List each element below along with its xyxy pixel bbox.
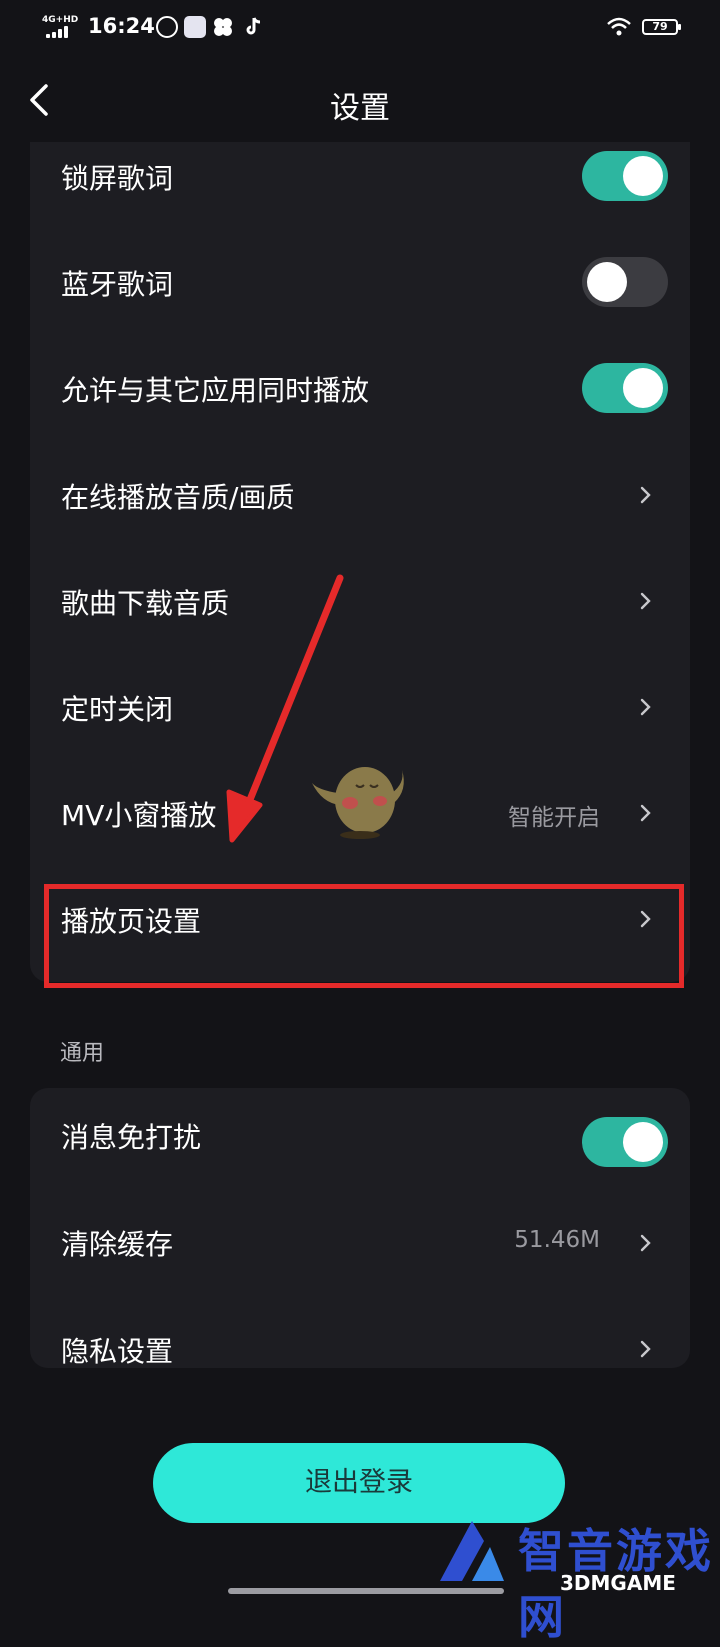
mascot-sticker-icon — [312, 767, 404, 839]
settings-row-sleep-timer[interactable]: 定时关闭 — [30, 654, 690, 762]
section-header-general: 通用 — [60, 1041, 105, 1066]
settings-row-mix-playback[interactable]: 允许与其它应用同时播放 — [30, 336, 690, 444]
wifi-icon — [606, 16, 632, 38]
settings-row-label: 允许与其它应用同时播放 — [61, 374, 370, 407]
bluetooth-lyrics-toggle[interactable] — [582, 257, 668, 307]
status-bar: 4G+HD 16:24 79 — [0, 0, 720, 56]
settings-row-value: 智能开启 — [508, 805, 600, 831]
settings-row-label: 在线播放音质/画质 — [61, 481, 295, 514]
toggle-knob — [587, 262, 627, 302]
toggle-knob — [623, 1122, 663, 1162]
settings-row-lockscreen-lyrics[interactable]: 锁屏歌词 — [30, 142, 690, 232]
chevron-right-icon — [640, 1340, 651, 1358]
cache-size-value: 51.46M — [514, 1227, 600, 1253]
settings-row-privacy[interactable]: 隐私设置 — [30, 1300, 690, 1368]
settings-row-label: 蓝牙歌词 — [61, 268, 174, 301]
watermark-logo-icon — [440, 1521, 504, 1581]
highlight-annotation-box — [44, 884, 684, 988]
settings-row-label: 清除缓存 — [61, 1228, 174, 1261]
tiktok-icon — [242, 16, 264, 38]
status-time: 16:24 — [88, 14, 155, 38]
home-indicator[interactable] — [228, 1588, 504, 1594]
chevron-right-icon — [640, 486, 651, 504]
settings-row-clear-cache[interactable]: 清除缓存 51.46M — [30, 1194, 690, 1302]
lockscreen-lyrics-toggle[interactable] — [582, 151, 668, 201]
playback-settings-card: 锁屏歌词 蓝牙歌词 允许与其它应用同时播放 在线播放音质/画质 歌曲下载音质 定… — [30, 142, 690, 982]
toggle-knob — [623, 156, 663, 196]
battery-icon: 79 — [642, 19, 681, 35]
settings-row-label: 歌曲下载音质 — [61, 587, 230, 620]
settings-row-label: 消息免打扰 — [61, 1121, 202, 1154]
watermark: 智音游戏网 3DMGAME — [432, 1505, 720, 1644]
app-notification-icon — [184, 16, 206, 38]
settings-row-label: 定时关闭 — [61, 693, 174, 726]
app-notification-icon — [212, 16, 234, 38]
general-settings-card: 消息免打扰 清除缓存 51.46M 隐私设置 — [30, 1088, 690, 1368]
settings-row-label: 隐私设置 — [61, 1335, 174, 1368]
settings-row-download-quality[interactable]: 歌曲下载音质 — [30, 548, 690, 656]
do-not-disturb-toggle[interactable] — [582, 1117, 668, 1167]
toggle-knob — [623, 368, 663, 408]
settings-row-do-not-disturb[interactable]: 消息免打扰 — [30, 1088, 690, 1196]
settings-row-label: MV小窗播放 — [61, 799, 217, 832]
settings-row-online-quality[interactable]: 在线播放音质/画质 — [30, 442, 690, 550]
settings-row-label: 锁屏歌词 — [61, 162, 174, 195]
signal-icon — [46, 26, 74, 38]
network-type: 4G+HD — [42, 15, 79, 25]
app-notification-icon — [156, 16, 178, 38]
settings-row-bluetooth-lyrics[interactable]: 蓝牙歌词 — [30, 230, 690, 338]
page-title: 设置 — [330, 91, 390, 126]
chevron-right-icon — [640, 804, 651, 822]
mix-playback-toggle[interactable] — [582, 363, 668, 413]
watermark-sub: 3DMGAME — [560, 1571, 676, 1595]
chevron-right-icon — [640, 698, 651, 716]
chevron-right-icon — [640, 1234, 651, 1252]
chevron-right-icon — [640, 592, 651, 610]
